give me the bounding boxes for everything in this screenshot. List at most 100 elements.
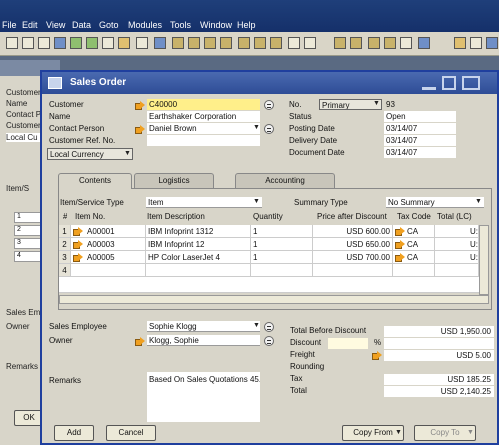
tab-accounting[interactable]: Accounting [235, 173, 335, 188]
customer-field[interactable]: C40000 [147, 99, 260, 110]
excel-icon[interactable] [86, 37, 98, 49]
posting-date-field[interactable]: 03/14/07 [384, 123, 456, 134]
discount-value[interactable] [384, 338, 494, 349]
sales-employee-choose-icon[interactable] [264, 322, 274, 332]
sales-employee-dropdown-icon[interactable]: ▼ [253, 322, 260, 329]
copy-from-dropdown-icon[interactable]: ▼ [395, 429, 402, 436]
total-cell[interactable]: U: [435, 225, 479, 238]
ruler-icon[interactable] [470, 37, 482, 49]
item-description-cell[interactable]: HP Color LaserJet 4 [146, 251, 251, 264]
col-header-quantity[interactable]: Quantity [253, 211, 283, 223]
quantity-cell[interactable] [251, 264, 313, 277]
item-link-arrow-icon[interactable] [73, 253, 83, 262]
menu-help[interactable]: Help [237, 20, 256, 30]
service-type-select[interactable]: Item [146, 197, 262, 208]
tab-logistics[interactable]: Logistics [134, 173, 214, 188]
menu-tools[interactable]: Tools [170, 20, 191, 30]
quantity-cell[interactable]: 1 [251, 225, 313, 238]
tax-code-cell[interactable] [393, 264, 435, 277]
lock-icon[interactable] [118, 37, 130, 49]
customer-ref-field[interactable] [147, 135, 260, 146]
new-doc-icon[interactable] [6, 37, 18, 49]
item-description-cell[interactable] [146, 264, 251, 277]
item-link-arrow-icon[interactable] [73, 240, 83, 249]
currency-dropdown-icon[interactable]: ▼ [124, 150, 131, 157]
email-icon[interactable] [54, 37, 66, 49]
doc-number-field[interactable]: 93 [384, 99, 456, 110]
total-cell[interactable] [435, 264, 479, 277]
first-record-icon[interactable] [172, 37, 184, 49]
choose-from-list-icon[interactable] [264, 100, 274, 110]
price-cell[interactable] [313, 264, 393, 277]
target-document-icon[interactable] [270, 37, 282, 49]
tax-link-arrow-icon[interactable] [395, 253, 405, 262]
col-header-item-description[interactable]: Item Description [147, 211, 205, 223]
cancel-button[interactable]: Cancel [106, 425, 156, 441]
copy-to-dropdown-icon[interactable]: ▼ [467, 429, 474, 436]
tax-link-arrow-icon[interactable] [395, 227, 405, 236]
report-icon[interactable] [334, 37, 346, 49]
delivery-date-field[interactable]: 03/14/07 [384, 135, 456, 146]
total-cell[interactable]: U: [435, 251, 479, 264]
price-cell[interactable]: USD 650.00 [313, 238, 393, 251]
pdf-icon[interactable] [70, 37, 82, 49]
word-icon[interactable] [102, 37, 114, 49]
item-description-cell[interactable]: IBM Infoprint 12 [146, 238, 251, 251]
col-header-tax-code[interactable]: Tax Code [397, 211, 431, 223]
series-dropdown-icon[interactable]: ▼ [373, 100, 380, 107]
summary-type-dropdown-icon[interactable]: ▼ [475, 198, 482, 205]
table-row[interactable]: 4 [59, 264, 479, 277]
col-header-price[interactable]: Price after Discount [317, 211, 387, 223]
owner-link-arrow-icon[interactable] [135, 337, 145, 346]
window-system-icon[interactable] [48, 77, 62, 89]
contact-link-arrow-icon[interactable] [135, 125, 145, 134]
table-row[interactable]: 1 A00001 IBM Infoprint 1312 1 USD 600.00… [59, 225, 479, 238]
sort-icon[interactable] [304, 37, 316, 49]
price-cell[interactable]: USD 600.00 [313, 225, 393, 238]
vertical-scrollbar[interactable] [479, 225, 489, 295]
tab-contents[interactable]: Contents [58, 173, 132, 189]
print-icon[interactable] [22, 37, 34, 49]
name-field[interactable]: Earthshaker Corporation [147, 111, 260, 122]
remarks-textarea[interactable]: Based On Sales Quotations 45. [147, 372, 260, 422]
print-preview-icon[interactable] [38, 37, 50, 49]
last-record-icon[interactable] [220, 37, 232, 49]
settings-icon[interactable] [136, 37, 148, 49]
menu-file[interactable]: File [2, 20, 17, 30]
horizontal-scrollbar[interactable] [59, 295, 489, 304]
previous-record-icon[interactable] [188, 37, 200, 49]
summary-type-select[interactable]: No Summary [386, 197, 484, 208]
tax-link-arrow-icon[interactable] [395, 240, 405, 249]
document-date-field[interactable]: 03/14/07 [384, 147, 456, 158]
freight-value[interactable]: USD 5.00 [384, 350, 494, 361]
document-icon[interactable] [384, 37, 396, 49]
col-header-item-no[interactable]: Item No. [75, 211, 105, 223]
minimize-icon[interactable] [422, 86, 436, 90]
table-row[interactable]: 2 A00003 IBM Infoprint 12 1 USD 650.00 C… [59, 238, 479, 251]
sales-employee-select[interactable]: Sophie Klogg [147, 321, 260, 332]
close-icon[interactable] [462, 76, 480, 90]
payment-icon[interactable] [368, 37, 380, 49]
window-titlebar[interactable]: Sales Order [42, 72, 497, 94]
freight-link-arrow-icon[interactable] [372, 351, 382, 360]
filter-icon[interactable] [288, 37, 300, 49]
calendar-icon[interactable] [400, 37, 412, 49]
item-link-arrow-icon[interactable] [73, 227, 83, 236]
add-button[interactable]: Add [54, 425, 94, 441]
pencil-icon[interactable] [454, 37, 466, 49]
journal-icon[interactable] [350, 37, 362, 49]
contact-choose-icon[interactable] [264, 124, 274, 134]
base-document-icon[interactable] [254, 37, 266, 49]
find-icon[interactable] [154, 37, 166, 49]
contact-person-field[interactable]: Daniel Brown [147, 123, 260, 134]
discount-percent-field[interactable] [328, 338, 368, 349]
menu-edit[interactable]: Edit [22, 20, 38, 30]
menu-modules[interactable]: Modules [128, 20, 162, 30]
currency-select[interactable]: Local Currency [47, 148, 133, 160]
menu-window[interactable]: Window [200, 20, 232, 30]
col-header-number[interactable]: # [63, 211, 67, 223]
price-cell[interactable]: USD 700.00 [313, 251, 393, 264]
message-icon[interactable] [418, 37, 430, 49]
customer-link-arrow-icon[interactable] [135, 101, 145, 110]
refresh-icon[interactable] [238, 37, 250, 49]
